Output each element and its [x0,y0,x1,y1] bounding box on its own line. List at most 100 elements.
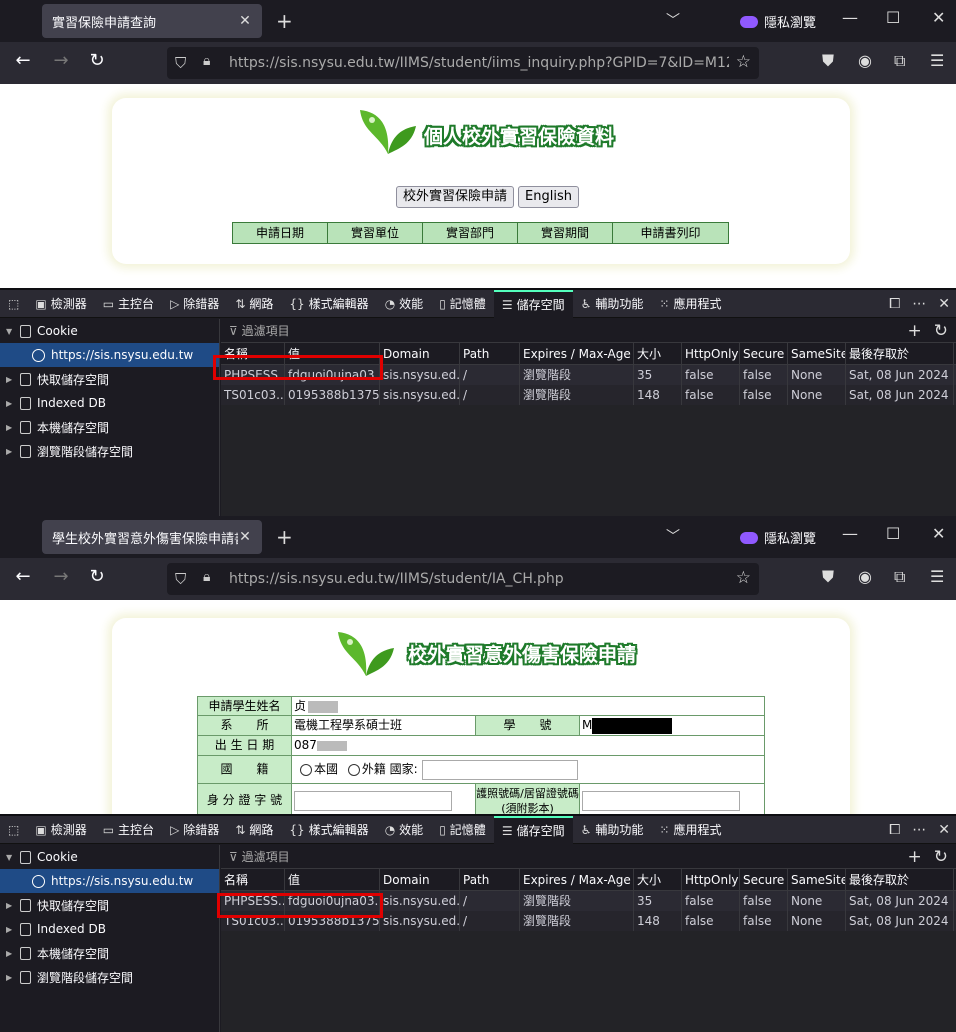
url-text[interactable]: https://sis.nsysu.edu.tw/IIMS/student/IA… [229,571,729,587]
close-tab-icon[interactable]: ✕ [238,13,252,29]
new-tab-icon[interactable]: + [276,525,293,549]
refresh-icon[interactable]: ↻ [934,321,948,341]
tab-accessibility[interactable]: ♿︎ 輔助功能 [573,290,652,318]
id-number-input[interactable] [294,790,452,811]
bookmark-star-icon[interactable]: ☆ [736,568,751,588]
column-header[interactable]: 值 [285,869,380,890]
tab-style-editor[interactable]: {} 樣式編輯器 [281,816,376,844]
sidebar-item-host[interactable]: https://sis.nsysu.edu.tw [0,343,219,367]
column-header[interactable]: 最後存取於 [846,343,954,364]
close-window-icon[interactable]: ✕ [932,8,945,27]
url-bar[interactable]: ⛉ 🔒︎ https://sis.nsysu.edu.tw/IIMS/stude… [167,563,759,595]
tab-debugger[interactable]: ▷ 除錯器 [162,816,227,844]
tab-console[interactable]: ▭ 主控台 [95,290,162,318]
account-icon[interactable]: ◉ [858,51,872,70]
filter-input[interactable]: 過濾項目 [242,322,290,339]
tab-accessibility[interactable]: ♿︎ 輔助功能 [573,816,652,844]
filter-bar[interactable]: ⊽ 過濾項目 + ↻ [221,319,956,343]
browser-tab[interactable]: 實習保險申請查詢 ✕ [42,4,262,38]
pick-element-button[interactable]: ⬚ [0,816,27,844]
column-header[interactable]: Domain [380,869,460,890]
tab-network[interactable]: ⇅ 網路 [227,290,281,318]
back-icon[interactable]: ← [10,566,36,587]
minimize-icon[interactable]: — [842,8,858,27]
pocket-icon[interactable]: ⛊ [822,567,834,587]
tab-debugger[interactable]: ▷ 除錯器 [162,290,227,318]
sidebar-item-session-storage[interactable]: ▶ 瀏覽階段儲存空間 [0,965,219,989]
column-header[interactable]: HttpOnly [682,343,740,364]
radio-local[interactable] [300,763,312,776]
column-header[interactable]: HttpOnly [682,869,740,890]
forward-icon[interactable]: → [48,566,74,587]
filter-bar[interactable]: ⊽ 過濾項目 + ↻ [221,845,956,869]
country-input[interactable] [421,759,578,780]
refresh-icon[interactable]: ↻ [934,847,948,867]
reload-icon[interactable]: ↻ [84,566,110,587]
maximize-icon[interactable]: ☐ [886,524,900,543]
close-tab-icon[interactable]: ✕ [238,529,252,545]
add-item-icon[interactable]: + [908,321,922,341]
close-devtools-icon[interactable]: ✕ [938,822,950,838]
radio-foreign[interactable] [347,763,360,776]
sidebar-item-local-storage[interactable]: ▶ 本機儲存空間 [0,415,219,439]
column-header[interactable]: Expires / Max-Age [520,343,634,364]
tab-inspector[interactable]: ▣ 檢測器 [27,290,94,318]
insurance-apply-button[interactable]: 校外實習保險申請 [396,186,515,208]
reload-icon[interactable]: ↻ [84,50,110,71]
tab-list-chevron-icon[interactable]: ﹀ [666,10,680,30]
sidebar-item-cookie[interactable]: ▼ Cookie [0,319,219,343]
sidebar-item-indexed-db[interactable]: ▶ Indexed DB [0,391,219,415]
sidebar-item-local-storage[interactable]: ▶ 本機儲存空間 [0,941,219,965]
browser-tab[interactable]: 學生校外實習意外傷害保險申請書 ✕ [42,520,262,554]
sidebar-item-host[interactable]: https://sis.nsysu.edu.tw [0,869,219,893]
account-icon[interactable]: ◉ [858,567,872,586]
more-options-icon[interactable]: ⋯ [912,296,926,312]
column-header[interactable]: Path [460,343,520,364]
close-devtools-icon[interactable]: ✕ [938,296,950,312]
tab-storage[interactable]: ☰ 儲存空間 [493,289,573,318]
more-options-icon[interactable]: ⋯ [912,822,926,838]
tab-list-chevron-icon[interactable]: ﹀ [666,526,680,546]
sidebar-item-cookie[interactable]: ▼ Cookie [0,845,219,869]
tab-application[interactable]: ⁙ 應用程式 [651,290,729,318]
add-item-icon[interactable]: + [908,847,922,867]
tracking-shield-icon[interactable]: ⛉ [175,570,186,588]
menu-icon[interactable]: ☰ [930,51,944,70]
tab-memory[interactable]: ▯ 記憶體 [431,816,494,844]
column-header[interactable]: Secure [740,869,788,890]
column-header[interactable]: Path [460,869,520,890]
dock-icon[interactable]: ⧠ [889,822,900,838]
maximize-icon[interactable]: ☐ [886,8,900,27]
tab-performance[interactable]: ◔ 效能 [377,816,432,844]
tab-memory[interactable]: ▯ 記憶體 [431,290,494,318]
tab-style-editor[interactable]: {} 樣式編輯器 [281,290,376,318]
extensions-icon[interactable]: ⧉ [894,51,905,71]
minimize-icon[interactable]: — [842,524,858,543]
column-header[interactable]: 大小 [634,869,682,890]
tab-network[interactable]: ⇅ 網路 [227,816,281,844]
pocket-icon[interactable]: ⛊ [822,51,834,71]
filter-input[interactable]: 過濾項目 [242,848,290,865]
tracking-shield-icon[interactable]: ⛉ [175,54,186,72]
url-bar[interactable]: ⛉ 🔒︎ https://sis.nsysu.edu.tw/IIMS/stude… [167,47,759,79]
lock-icon[interactable]: 🔒︎ [203,53,210,69]
sidebar-item-session-storage[interactable]: ▶ 瀏覽階段儲存空間 [0,439,219,463]
sidebar-item-cache-storage[interactable]: ▶ 快取儲存空間 [0,367,219,391]
sidebar-item-cache-storage[interactable]: ▶ 快取儲存空間 [0,893,219,917]
tab-storage[interactable]: ☰ 儲存空間 [493,815,573,844]
column-header[interactable]: Domain [380,343,460,364]
column-header[interactable]: 最後存取於 [846,869,954,890]
tab-performance[interactable]: ◔ 效能 [377,290,432,318]
tab-inspector[interactable]: ▣ 檢測器 [27,816,94,844]
pick-element-button[interactable]: ⬚ [0,290,27,318]
forward-icon[interactable]: → [48,50,74,71]
column-header[interactable]: 大小 [634,343,682,364]
extensions-icon[interactable]: ⧉ [894,567,905,587]
close-window-icon[interactable]: ✕ [932,524,945,543]
column-header[interactable]: Secure [740,343,788,364]
tab-console[interactable]: ▭ 主控台 [95,816,162,844]
english-button[interactable]: English [518,186,579,208]
column-header[interactable]: Expires / Max-Age [520,869,634,890]
url-text[interactable]: https://sis.nsysu.edu.tw/IIMS/student/ii… [229,55,729,71]
dock-icon[interactable]: ⧠ [889,296,900,312]
